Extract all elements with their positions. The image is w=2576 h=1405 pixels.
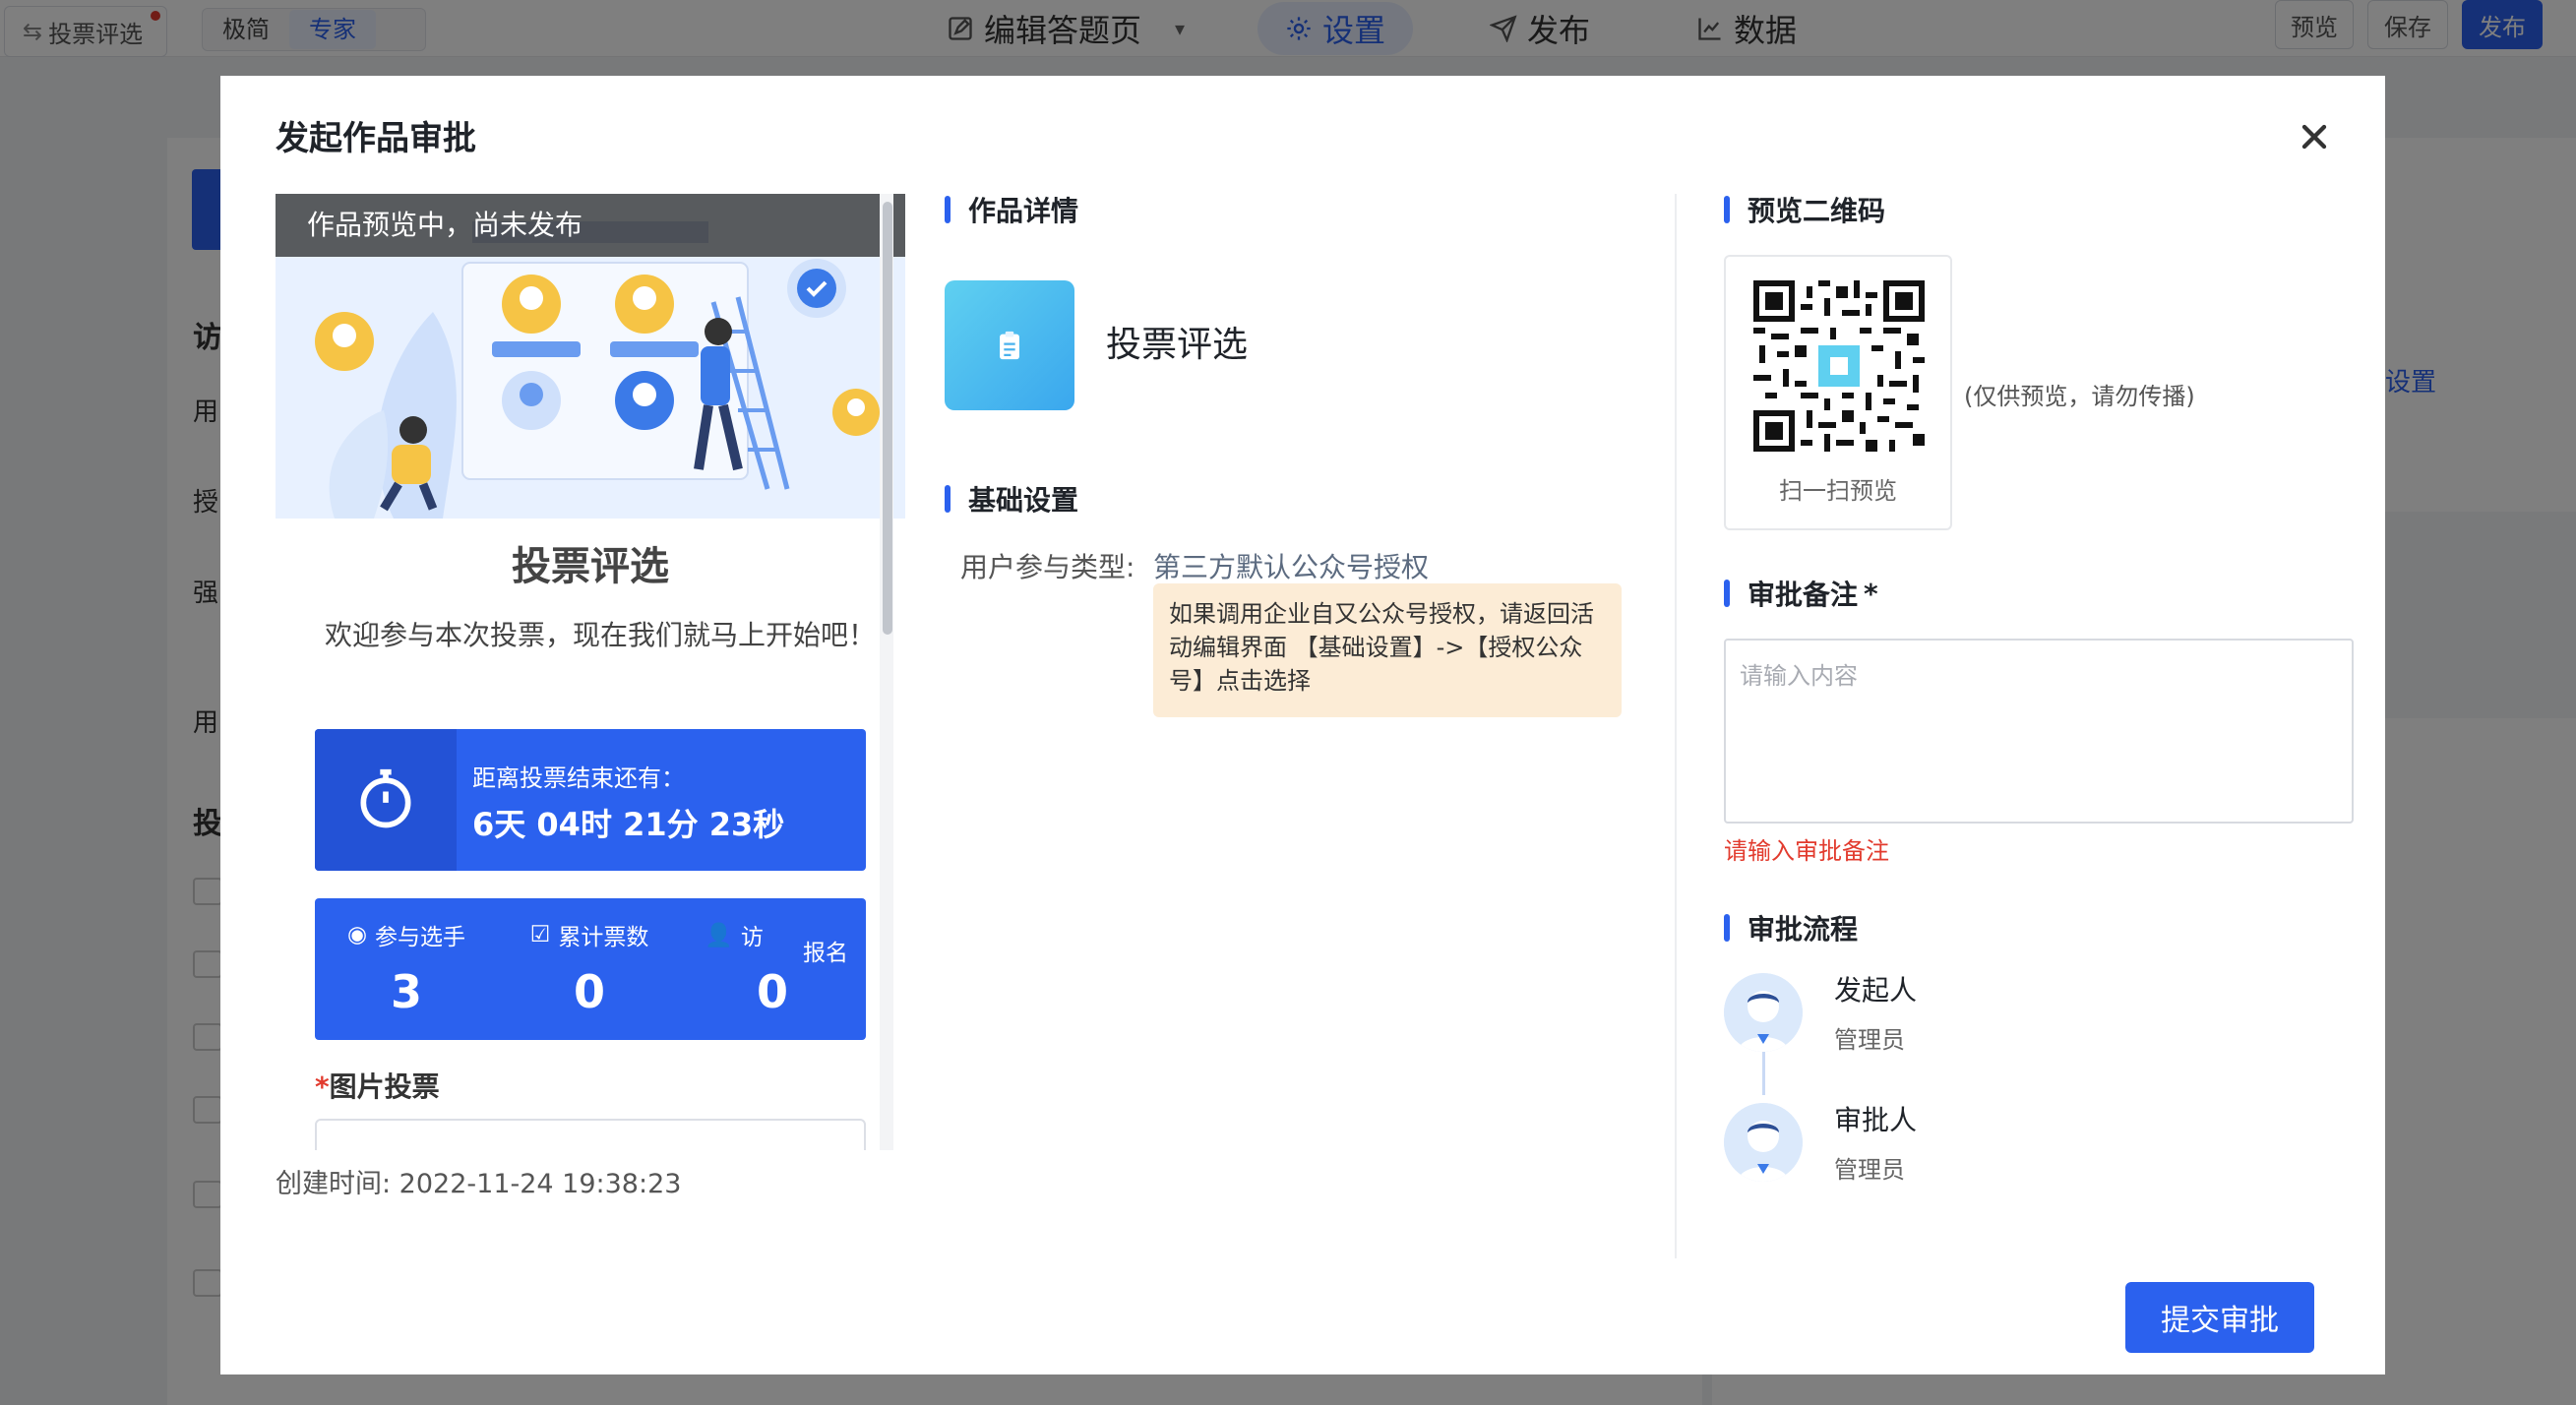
modal-title: 发起作品审批	[276, 119, 476, 158]
user-avatar-icon	[1724, 1103, 1803, 1182]
flow-step-role: 审批人	[1834, 1104, 1918, 1136]
countdown-card: 距离投票结束还有： 6天 04时 21分 23秒	[315, 729, 866, 871]
clipboard-icon	[1000, 331, 1019, 360]
flow-step-role: 发起人	[1834, 974, 1918, 1007]
approval-modal: 发起作品审批 作品预览中，尚未发布 投票评选 欢迎参与本次投票，现在我们就马上开…	[220, 76, 2385, 1374]
timer-icon-box	[315, 729, 457, 871]
qr-note: (仅供预览，请勿传播)	[1964, 383, 2195, 410]
flow-connector	[1762, 1052, 1765, 1095]
avatar	[1724, 973, 1803, 1052]
qr-heading: 预览二维码	[1724, 190, 1885, 229]
flow-step-user: 管理员	[1834, 1156, 1905, 1184]
participation-type-value: 第三方默认公众号授权	[1153, 551, 1430, 583]
close-icon[interactable]	[2295, 117, 2334, 156]
work-preview[interactable]: 作品预览中，尚未发布 投票评选 欢迎参与本次投票，现在我们就马上开始吧！ 距离投…	[276, 194, 905, 1150]
checkbox-icon: ☑	[529, 922, 551, 947]
search-input[interactable]	[315, 1119, 866, 1150]
preview-title: 投票评选	[512, 544, 669, 589]
avatar	[1724, 1103, 1803, 1182]
flow-step-user: 管理员	[1834, 1026, 1905, 1054]
work-name: 投票评选	[1106, 325, 1249, 365]
remark-textarea[interactable]	[1724, 639, 2354, 824]
column-divider	[1675, 194, 1677, 1258]
created-time: 创建时间: 2022-11-24 19:38:23	[276, 1169, 682, 1199]
countdown-label: 距离投票结束还有：	[472, 764, 685, 792]
work-icon	[945, 280, 1074, 410]
stat-contestants: ◉ 参与选手 3	[346, 922, 466, 1018]
stat-votes: ☑ 累计票数 0	[529, 922, 649, 1018]
user-icon: 👤	[705, 922, 733, 948]
remark-heading: 审批备注 *	[1724, 574, 1878, 613]
basic-settings-heading: 基础设置	[945, 479, 1078, 519]
stats-card: ◉ 参与选手 3 ☑ 累计票数 0 👤 访 0 报名	[315, 898, 866, 1040]
signup-tag[interactable]: 报名	[803, 934, 848, 967]
qr-caption: 扫一扫预览	[1779, 477, 1897, 505]
submit-approval-button[interactable]: 提交审批	[2125, 1282, 2314, 1353]
preview-content: 作品预览中，尚未发布 投票评选 欢迎参与本次投票，现在我们就马上开始吧！ 距离投…	[276, 194, 905, 1150]
preview-scrollbar-thumb[interactable]	[883, 202, 892, 635]
countdown-value: 6天 04时 21分 23秒	[472, 806, 785, 843]
details-heading: 作品详情	[945, 190, 1078, 229]
user-circle-icon: ◉	[346, 922, 368, 947]
qr-code	[1753, 280, 1925, 452]
section-label: *图片投票	[315, 1070, 440, 1103]
flow-heading: 审批流程	[1724, 908, 1858, 947]
stopwatch-icon	[360, 768, 411, 828]
qr-card: 扫一扫预览	[1724, 255, 1952, 530]
user-avatar-icon	[1724, 973, 1803, 1052]
preview-tip: 作品预览中，尚未发布	[276, 194, 905, 257]
preview-welcome: 欢迎参与本次投票，现在我们就马上开始吧！	[325, 619, 877, 651]
remark-error: 请输入审批备注	[1724, 837, 1889, 865]
auth-warning: 如果调用企业自又公众号授权，请返回活动编辑界面 【基础设置】->【授权公众号】点…	[1153, 583, 1622, 717]
participation-type-label: 用户参与类型:	[960, 551, 1135, 583]
